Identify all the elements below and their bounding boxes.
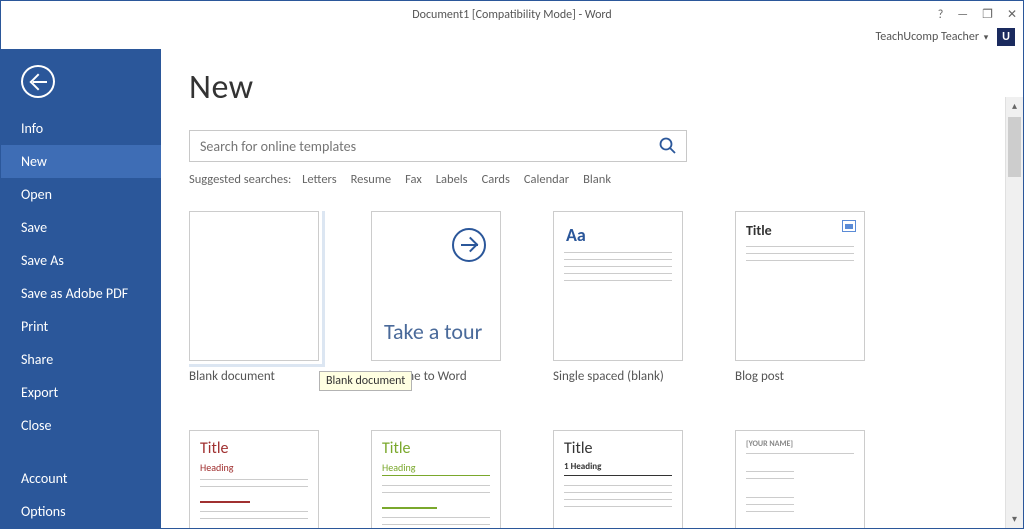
account-dropdown-icon[interactable]: ▾ xyxy=(984,32,989,43)
template-thumb: Title 1 Heading xyxy=(553,430,683,528)
sidebar-item-save[interactable]: Save xyxy=(1,211,161,244)
thumb-header: [YOUR NAME] xyxy=(746,439,793,449)
suggested-link-labels[interactable]: Labels xyxy=(436,172,468,187)
template-blank-document[interactable]: Blank document xyxy=(189,211,329,386)
blog-title-text: Title xyxy=(746,222,772,239)
sidebar-item-share[interactable]: Share xyxy=(1,343,161,376)
help-icon[interactable]: ? xyxy=(938,3,944,27)
suggested-link-letters[interactable]: Letters xyxy=(302,172,336,187)
account-row: TeachUcomp Teacher ▾ U xyxy=(1,25,1023,49)
page-title: New xyxy=(189,67,995,108)
sidebar-item-new[interactable]: New xyxy=(1,145,161,178)
sidebar-item-options[interactable]: Options xyxy=(1,495,161,528)
search-input[interactable] xyxy=(190,138,650,155)
suggested-link-blank[interactable]: Blank xyxy=(583,172,611,187)
minimize-button[interactable]: — xyxy=(957,3,968,27)
thumb-sub: Heading xyxy=(200,461,234,474)
sidebar-item-open[interactable]: Open xyxy=(1,178,161,211)
back-icon[interactable] xyxy=(21,65,55,98)
window-title: Document1 [Compatibility Mode] - Word xyxy=(412,3,611,27)
sidebar-item-save-as[interactable]: Save As xyxy=(1,244,161,277)
backstage-main: New Suggested searches: Letters Resume Fax… xyxy=(161,49,1023,528)
template-thumb: Title Heading xyxy=(189,430,319,528)
template-caption: Single spaced (blank) xyxy=(553,369,693,386)
vertical-scrollbar[interactable]: ▴ ▾ xyxy=(1005,97,1023,528)
template-report-black[interactable]: Title 1 Heading xyxy=(553,430,693,528)
aa-icon: Aa xyxy=(566,224,586,246)
suggested-link-fax[interactable]: Fax xyxy=(405,172,422,187)
thumb-sub: Heading xyxy=(382,461,416,474)
thumb-sub: 1 Heading xyxy=(564,461,601,472)
image-placeholder-icon xyxy=(842,220,856,232)
suggested-searches: Suggested searches: Letters Resume Fax Labe… xyxy=(189,172,995,187)
template-thumb: Take a tour xyxy=(371,211,501,361)
template-report-red[interactable]: Title Heading xyxy=(189,430,329,528)
template-thumb: [YOUR NAME] xyxy=(735,430,865,528)
suggested-link-cards[interactable]: Cards xyxy=(482,172,510,187)
scroll-down-icon[interactable]: ▾ xyxy=(1006,510,1023,528)
template-caption: Blog post xyxy=(735,369,875,386)
restore-button[interactable]: ❐ xyxy=(982,3,993,27)
account-badge[interactable]: U xyxy=(997,28,1015,46)
sidebar-item-close[interactable]: Close xyxy=(1,409,161,442)
account-name[interactable]: TeachUcomp Teacher xyxy=(876,30,980,44)
template-thumb: Title xyxy=(735,211,865,361)
template-caption: Welcome to Word xyxy=(371,369,511,386)
suggested-link-calendar[interactable]: Calendar xyxy=(524,172,569,187)
thumb-title: Title xyxy=(200,439,228,458)
template-caption: Blank document xyxy=(189,369,329,386)
sidebar-item-account[interactable]: Account xyxy=(1,462,161,495)
template-single-spaced[interactable]: Aa Single spaced (blank) xyxy=(553,211,693,386)
suggested-label: Suggested searches: xyxy=(189,172,291,187)
suggested-link-resume[interactable]: Resume xyxy=(351,172,391,187)
thumb-title: Title xyxy=(382,439,410,458)
search-icon[interactable] xyxy=(650,131,686,161)
template-thumb: Aa xyxy=(553,211,683,361)
scroll-up-icon[interactable]: ▴ xyxy=(1006,97,1023,115)
template-resume[interactable]: [YOUR NAME] xyxy=(735,430,875,528)
template-thumb xyxy=(189,211,319,361)
backstage-sidebar: InfoNewOpenSaveSave AsSave as Adobe PDFP… xyxy=(1,49,161,528)
template-welcome-to-word[interactable]: Take a tour Welcome to Word xyxy=(371,211,511,386)
sidebar-item-save-as-adobe-pdf[interactable]: Save as Adobe PDF xyxy=(1,277,161,310)
thumb-title: Title xyxy=(564,439,592,458)
sidebar-item-print[interactable]: Print xyxy=(1,310,161,343)
sidebar-item-info[interactable]: Info xyxy=(1,112,161,145)
template-report-green[interactable]: Title Heading xyxy=(371,430,511,528)
title-bar: Document1 [Compatibility Mode] - Word ? … xyxy=(1,1,1023,25)
sidebar-item-export[interactable]: Export xyxy=(1,376,161,409)
template-thumb: Title Heading xyxy=(371,430,501,528)
scroll-thumb[interactable] xyxy=(1008,117,1021,177)
template-search[interactable] xyxy=(189,130,687,162)
template-blog-post[interactable]: Title Blog post xyxy=(735,211,875,386)
close-button[interactable]: ✕ xyxy=(1007,3,1017,27)
tour-arrow-icon xyxy=(452,228,486,262)
tour-text: Take a tour xyxy=(384,320,482,344)
